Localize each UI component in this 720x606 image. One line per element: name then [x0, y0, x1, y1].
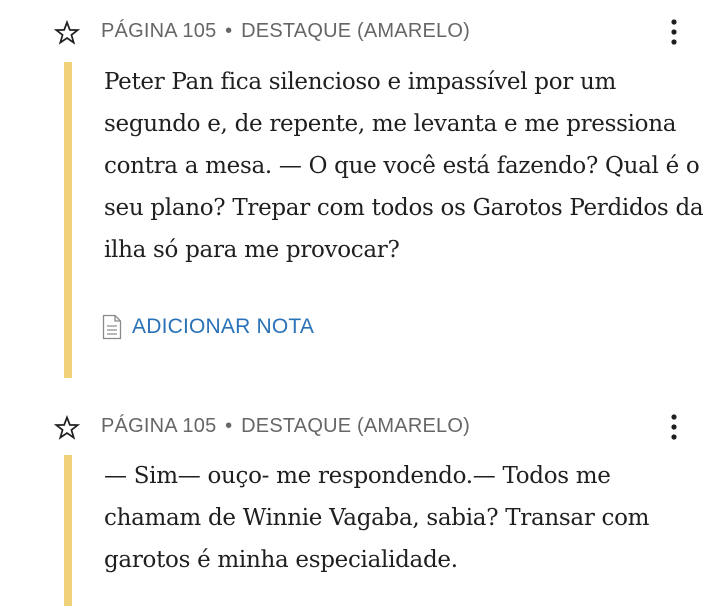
highlight-type-label: DESTAQUE (AMARELO)	[241, 415, 470, 437]
meta-separator: •	[225, 415, 233, 437]
highlight-text: Peter Pan fica silencioso e impassível p…	[104, 69, 704, 263]
highlight-color-bar	[64, 455, 72, 606]
highlight-meta: PÁGINA 105 • DESTAQUE (AMARELO)	[101, 20, 470, 43]
more-options-button[interactable]	[660, 14, 688, 50]
favorite-star-button[interactable]	[52, 413, 82, 443]
highlight-card: PÁGINA 105 • DESTAQUE (AMARELO) Peter Pa…	[0, 0, 720, 390]
vertical-ellipsis-icon	[671, 414, 677, 440]
star-outline-icon	[54, 20, 80, 45]
note-page-icon	[102, 313, 124, 341]
star-outline-icon	[54, 415, 80, 440]
highlight-color-bar	[64, 62, 72, 378]
favorite-star-button[interactable]	[52, 18, 82, 48]
add-note-label: ADICIONAR NOTA	[132, 315, 315, 338]
add-note-button[interactable]: ADICIONAR NOTA	[102, 313, 314, 341]
highlight-type-label: DESTAQUE (AMARELO)	[241, 20, 470, 42]
highlight-text: — Sim— ouço- me respondendo.— Todos me c…	[104, 463, 650, 573]
vertical-ellipsis-icon	[671, 19, 677, 45]
page-label: PÁGINA 105	[101, 415, 217, 437]
more-options-button[interactable]	[660, 409, 688, 445]
meta-separator: •	[225, 20, 233, 42]
highlight-meta: PÁGINA 105 • DESTAQUE (AMARELO)	[101, 415, 470, 438]
highlight-card: PÁGINA 105 • DESTAQUE (AMARELO) — Sim— o…	[0, 395, 720, 606]
page-label: PÁGINA 105	[101, 20, 217, 42]
